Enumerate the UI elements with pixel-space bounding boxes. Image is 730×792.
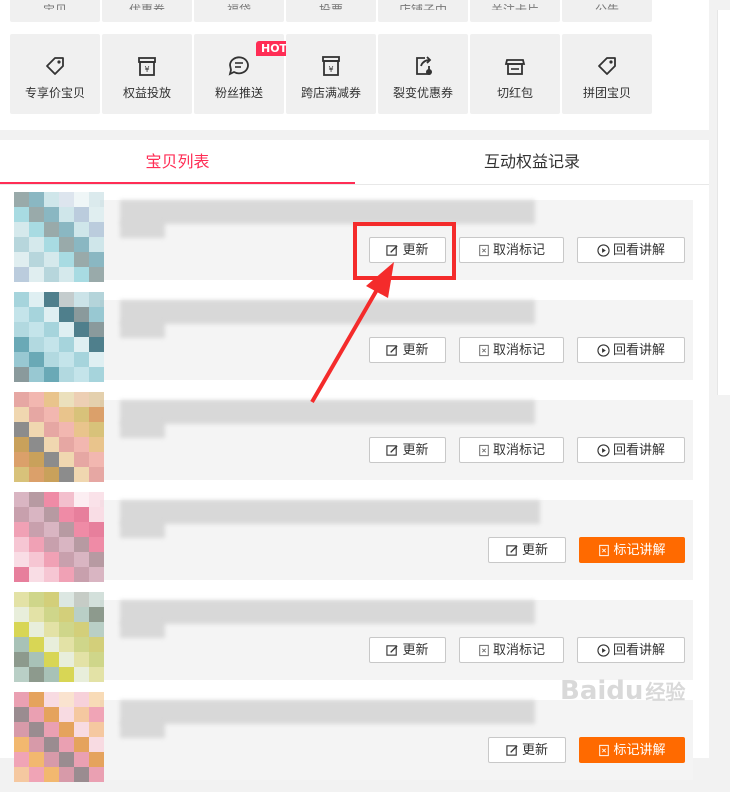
shop-icon [501, 52, 529, 80]
tab-product-list[interactable]: 宝贝列表 [0, 140, 355, 184]
chat-bubble-icon [225, 52, 253, 80]
tool-tile-partial[interactable]: 优惠券 [102, 0, 192, 22]
unmark-button-label: 取消标记 [492, 643, 545, 658]
tool-tile-partial[interactable]: 公告 [562, 0, 652, 22]
tool-tile-label: 专享价宝贝 [24, 86, 85, 100]
unmark-button[interactable]: 取消标记 [459, 637, 564, 663]
update-button[interactable]: 更新 [369, 637, 446, 663]
tool-tile-partial[interactable]: 投票 [286, 0, 376, 22]
svg-text:¥: ¥ [144, 65, 149, 74]
replay-explanation-button[interactable]: 回看讲解 [577, 637, 685, 663]
product-thumbnail [14, 192, 104, 282]
annotation-highlight-box [353, 222, 456, 280]
tool-tile-label: 拼团宝贝 [582, 86, 631, 100]
unmark-button[interactable]: 取消标记 [459, 237, 564, 263]
tab-interaction-records[interactable]: 互动权益记录 [355, 140, 709, 184]
product-thumbnail [14, 392, 104, 482]
watermark-suffix: 经验 [645, 680, 686, 704]
share-coupon-icon [409, 52, 437, 80]
unmark-button-label: 取消标记 [492, 243, 545, 258]
unmark-button[interactable]: 取消标记 [459, 337, 564, 363]
svg-text:¥: ¥ [328, 65, 333, 74]
product-subtitle-redacted [120, 722, 165, 738]
tool-tile-label: 裂变优惠券 [392, 86, 453, 100]
tool-tile-label: 公告 [562, 4, 652, 10]
update-button-label: 更新 [521, 743, 548, 758]
list-item: 更新 取消标记 回看讲解 [0, 392, 709, 492]
update-button-label: 更新 [402, 643, 429, 658]
tool-tile[interactable]: 专享价宝贝 [10, 34, 100, 114]
tool-tile-label: 切红包 [496, 86, 533, 100]
tool-tile[interactable]: ¥ 跨店满减券 [286, 34, 376, 114]
update-button-label: 更新 [402, 443, 429, 458]
list-item: 更新 标记讲解 [0, 492, 709, 592]
update-button[interactable]: 更新 [488, 737, 566, 763]
tool-tile-label: 宝贝 [10, 4, 100, 10]
product-title-redacted [120, 500, 540, 524]
tool-tile[interactable]: 裂变优惠券 [378, 34, 468, 114]
update-button-label: 更新 [521, 543, 548, 558]
product-subtitle-redacted [120, 222, 165, 238]
product-title-redacted [120, 700, 535, 724]
product-thumbnail [14, 292, 104, 382]
side-panel-edge [717, 10, 730, 395]
product-subtitle-redacted [120, 322, 165, 338]
tool-tile-partial[interactable]: 店铺子中 [378, 0, 468, 22]
section-divider [0, 130, 709, 140]
replay-explanation-button-label: 回看讲解 [612, 643, 665, 658]
mark-explanation-button-label: 标记讲解 [613, 543, 666, 558]
tag-icon [41, 52, 69, 80]
product-subtitle-redacted [120, 522, 165, 538]
update-button[interactable]: 更新 [369, 337, 446, 363]
update-button[interactable]: 更新 [369, 437, 446, 463]
replay-explanation-button[interactable]: 回看讲解 [577, 437, 685, 463]
replay-explanation-button-label: 回看讲解 [612, 243, 665, 258]
tool-tile-label: 福袋 [194, 4, 284, 10]
gift-box-yen-icon: ¥ [133, 52, 161, 80]
replay-explanation-button[interactable]: 回看讲解 [577, 237, 685, 263]
tool-tile-label: 店铺子中 [378, 4, 468, 10]
replay-explanation-button-label: 回看讲解 [612, 443, 665, 458]
tool-tile[interactable]: 拼团宝贝 [562, 34, 652, 114]
product-thumbnail [14, 492, 104, 582]
tag-icon [593, 52, 621, 80]
product-thumbnail [14, 692, 104, 782]
tool-tile-label: 粉丝推送 [214, 86, 263, 100]
unmark-button-label: 取消标记 [492, 343, 545, 358]
tool-tile-label: 权益投放 [122, 86, 171, 100]
box-yen-icon: ¥ [317, 52, 345, 80]
replay-explanation-button-label: 回看讲解 [612, 343, 665, 358]
product-thumbnail [14, 592, 104, 682]
list-item: 更新 取消标记 回看讲解 [0, 292, 709, 392]
replay-explanation-button[interactable]: 回看讲解 [577, 337, 685, 363]
product-title-redacted [120, 200, 535, 224]
watermark-brand: Baidu [560, 676, 644, 706]
product-title-redacted [120, 600, 535, 624]
unmark-button[interactable]: 取消标记 [459, 437, 564, 463]
tools-grid: 宝贝优惠券福袋投票店铺子中关注卡片公告 专享价宝贝¥权益投放粉丝推送HOT¥跨店… [0, 0, 709, 130]
product-subtitle-redacted [120, 622, 165, 638]
tool-tile-label: 投票 [286, 4, 376, 10]
update-button-label: 更新 [402, 343, 429, 358]
tool-tile-partial[interactable]: 宝贝 [10, 0, 100, 22]
mark-explanation-button-label: 标记讲解 [613, 743, 666, 758]
product-title-redacted [120, 300, 535, 324]
watermark: Baidu 经验 [560, 676, 685, 706]
tool-tile[interactable]: 切红包 [470, 34, 560, 114]
mark-explanation-button[interactable]: 标记讲解 [579, 537, 685, 563]
mark-explanation-button[interactable]: 标记讲解 [579, 737, 685, 763]
tool-tile[interactable]: ¥ 权益投放 [102, 34, 192, 114]
tab-bar: 宝贝列表 互动权益记录 [0, 140, 709, 185]
tool-tile-label: 优惠券 [102, 4, 192, 10]
tool-tile-label: 关注卡片 [470, 4, 560, 10]
update-button[interactable]: 更新 [488, 537, 566, 563]
list-item: 更新 标记讲解 [0, 692, 709, 792]
tool-tile-label: 跨店满减券 [300, 86, 361, 100]
unmark-button-label: 取消标记 [492, 443, 545, 458]
live-console-panel: 宝贝优惠券福袋投票店铺子中关注卡片公告 专享价宝贝¥权益投放粉丝推送HOT¥跨店… [0, 0, 709, 782]
product-subtitle-redacted [120, 422, 165, 438]
tool-tile-partial[interactable]: 关注卡片 [470, 0, 560, 22]
product-title-redacted [120, 400, 535, 424]
tool-tile-partial[interactable]: 福袋 [194, 0, 284, 22]
